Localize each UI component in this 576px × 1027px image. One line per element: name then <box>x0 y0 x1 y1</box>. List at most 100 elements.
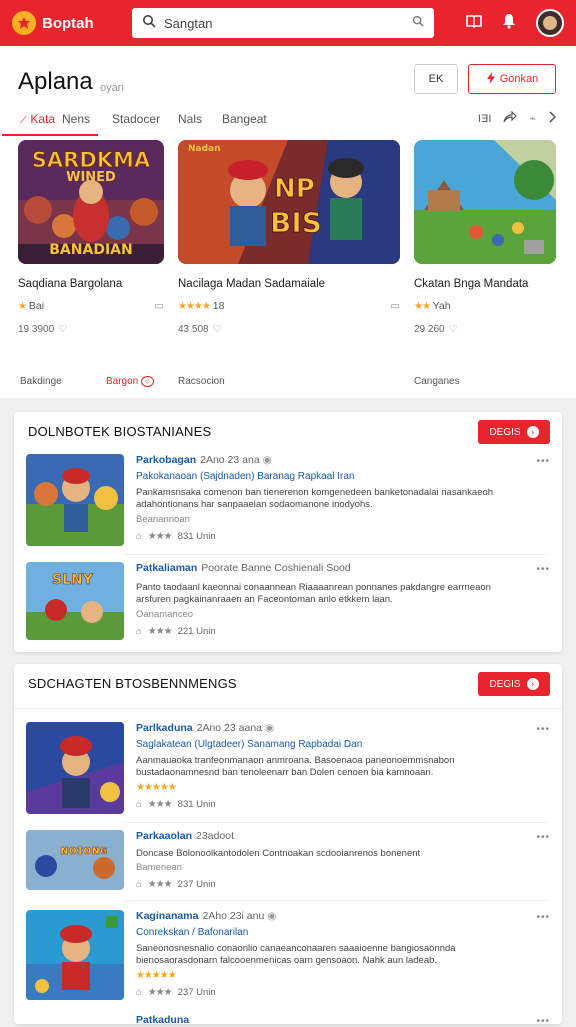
more-options-icon[interactable]: ••• <box>536 832 550 843</box>
news-thumbnail[interactable]: ɴᴏɪᴏɴɢ <box>26 830 124 890</box>
news-item[interactable]: Patkaduna ••• <box>26 1014 550 1027</box>
chevron-right-icon: › <box>526 426 539 438</box>
news-title[interactable]: Patkaduna <box>136 1014 189 1026</box>
more-options-icon[interactable]: ••• <box>536 456 550 467</box>
game-rating: Yah <box>432 300 451 312</box>
news-thumbnail[interactable] <box>26 910 124 1000</box>
news-date: 2Ano 23 ana <box>200 454 260 466</box>
game-thumbnail[interactable]: Nadan NP BIS <box>178 140 400 264</box>
more-options-icon[interactable]: ••• <box>536 564 550 575</box>
featured-game-card[interactable]: Ckatan Bnga Mandata ★★ Yah 29 260 ♡ <box>414 140 556 335</box>
thumb-title-mid: WINED <box>66 170 116 185</box>
featured-footer-link[interactable]: Bargon ○ <box>106 376 154 387</box>
star-rating-icon: ★★ <box>414 301 431 312</box>
news-subtitle[interactable]: Saglakatean (Ulgtadeer) Sanamang Rapbada… <box>136 739 516 750</box>
news-subtitle[interactable]: Conrekskan / Bafonarilan <box>136 927 516 938</box>
thumb-title-bottom: BANADIAN <box>49 242 133 258</box>
like-icon: ♡ <box>58 324 68 335</box>
bell-icon[interactable] <box>502 13 516 34</box>
news-date: Poorate Banne Coshienali Sood <box>201 562 351 574</box>
game-title[interactable]: Saqdiana Bargolana <box>18 278 164 290</box>
search-submit-icon[interactable] <box>412 14 424 32</box>
tab-kata[interactable]: ⟋ Kata <box>20 112 55 126</box>
news-date: 2Ano 23 aana <box>196 722 263 734</box>
featured-footer-label: Racsocion <box>178 376 225 387</box>
info-icon: ◉ <box>264 722 275 734</box>
edit-button-label: EK <box>428 73 444 85</box>
game-title[interactable]: Ckatan Bnga Mandata <box>414 278 556 290</box>
news-title[interactable]: Parkaaolan <box>136 830 192 842</box>
share-icon[interactable] <box>503 110 518 126</box>
options-icon[interactable]: ⌁ <box>529 112 536 125</box>
tab-bar: ⟋ Kata Nens Stadocer Nals Bangeat ӀƎӀ ⌁ <box>0 106 576 136</box>
edit-button[interactable]: EK <box>414 64 458 94</box>
thumb-title-top: Nadan <box>188 144 221 154</box>
home-icon: ⌂ <box>136 986 142 998</box>
news-item[interactable]: ɴᴏɪᴏɴɢ Parkaaolan 23adoot Doncase Bolonoo… <box>26 830 550 890</box>
featured-footer-label: Canganes <box>414 376 460 387</box>
like-icon: ♡ <box>212 324 222 335</box>
search-input[interactable] <box>164 15 404 31</box>
news-title[interactable]: Parkobagan <box>136 454 196 466</box>
tab-nens[interactable]: Nens <box>62 112 90 126</box>
star-rating-icon: ★★★ <box>147 530 173 542</box>
tab-nals[interactable]: Nals <box>178 112 202 126</box>
news-title[interactable]: Kaginanama <box>136 910 198 922</box>
avatar[interactable] <box>536 9 564 37</box>
lightning-icon <box>486 71 496 87</box>
game-title[interactable]: Nacilaga Madan Sadamaiale <box>178 278 400 290</box>
home-icon: ⌂ <box>136 625 142 637</box>
star-rating-icon: ★★★★★ <box>136 969 177 981</box>
info-icon: ◉ <box>267 910 277 922</box>
home-icon: ⌂ <box>136 798 142 810</box>
featured-game-card[interactable]: Nadan NP BIS Nacilaga Madan Sadamaiale ★… <box>178 140 400 335</box>
search-bar[interactable] <box>132 8 434 38</box>
tab-bangeat[interactable]: Bangeat <box>222 112 267 126</box>
news-item[interactable]: Parkobagan 2Ano 23 ana ◉ Pakokanaoan (Saj… <box>26 454 550 546</box>
news-date: 23adoot <box>196 830 235 842</box>
news-thumbnail[interactable]: SLNY <box>26 562 124 640</box>
info-icon: ○ <box>141 376 154 387</box>
updates-section: SDCHAGTEN BTOSBENNMENGS DEGIS › Parlkadu… <box>14 664 562 1027</box>
news-tag: Oanamanceo <box>136 608 194 620</box>
game-rating: Bai <box>28 300 45 312</box>
star-rating-icon: ★★★★★ <box>136 781 177 793</box>
game-rating: 18 <box>212 300 225 312</box>
game-thumbnail[interactable] <box>414 140 556 264</box>
news-description: Panto taodaanl kaeonnai conaannean Riaaa… <box>136 582 491 606</box>
news-item[interactable]: Kaginanama 2Aho 23i anu ◉ Conrekskan / Ba… <box>26 910 550 1000</box>
star-rating-icon: ★★★★ <box>178 301 211 312</box>
see-all-button[interactable]: DEGIS › <box>478 672 550 696</box>
see-all-button[interactable]: DEGIS › <box>478 420 550 444</box>
svg-text:ɴᴏɪᴏɴɢ: ɴᴏɪᴏɴɢ <box>60 843 108 857</box>
news-tag: Beanannoan <box>136 513 190 525</box>
book-icon[interactable] <box>466 13 482 34</box>
logo[interactable]: Boptah <box>12 11 128 35</box>
comment-icon: ▭ <box>390 300 400 312</box>
news-meta: 831 Unin <box>177 530 216 542</box>
tab-stadocer[interactable]: Stadocer <box>112 112 160 126</box>
featured-game-card[interactable]: SARDKMA WINED BANADIAN Saqdiana Bargolan… <box>18 140 164 335</box>
news-thumbnail[interactable] <box>26 454 124 546</box>
news-meta: 237 Unin <box>177 879 216 891</box>
game-plays: 19 3900 <box>18 324 55 335</box>
news-subtitle[interactable]: Pakokanaoan (Sajdnaden) Baranag Rapkaal … <box>136 471 516 482</box>
news-title[interactable]: Patkaliaman <box>136 562 197 574</box>
logo-mark-icon <box>12 11 36 35</box>
thumb-title-bottom: BIS <box>270 206 323 240</box>
news-item[interactable]: Parlkaduna 2Ano 23 aana ◉ Saglakatean (Ul… <box>26 722 550 814</box>
game-thumbnail[interactable]: SARDKMA WINED BANADIAN <box>18 140 164 264</box>
home-icon: ⌂ <box>136 530 142 542</box>
chevron-right-icon[interactable] <box>548 111 557 126</box>
news-title[interactable]: Parlkaduna <box>136 722 193 734</box>
follow-button[interactable]: Gonkan <box>468 64 556 94</box>
logo-text: Boptah <box>42 14 94 32</box>
news-meta: 237 Unin <box>177 986 216 998</box>
news-thumbnail[interactable] <box>26 722 124 814</box>
more-options-icon[interactable]: ••• <box>536 724 550 735</box>
like-icon: ♡ <box>448 324 458 335</box>
more-options-icon[interactable]: ••• <box>536 912 550 923</box>
more-options-icon[interactable]: ••• <box>536 1016 550 1027</box>
news-meta: 221 Unin <box>177 625 216 637</box>
news-item[interactable]: SLNY Patkaliaman Poorate Banne Coshienali… <box>26 562 550 640</box>
